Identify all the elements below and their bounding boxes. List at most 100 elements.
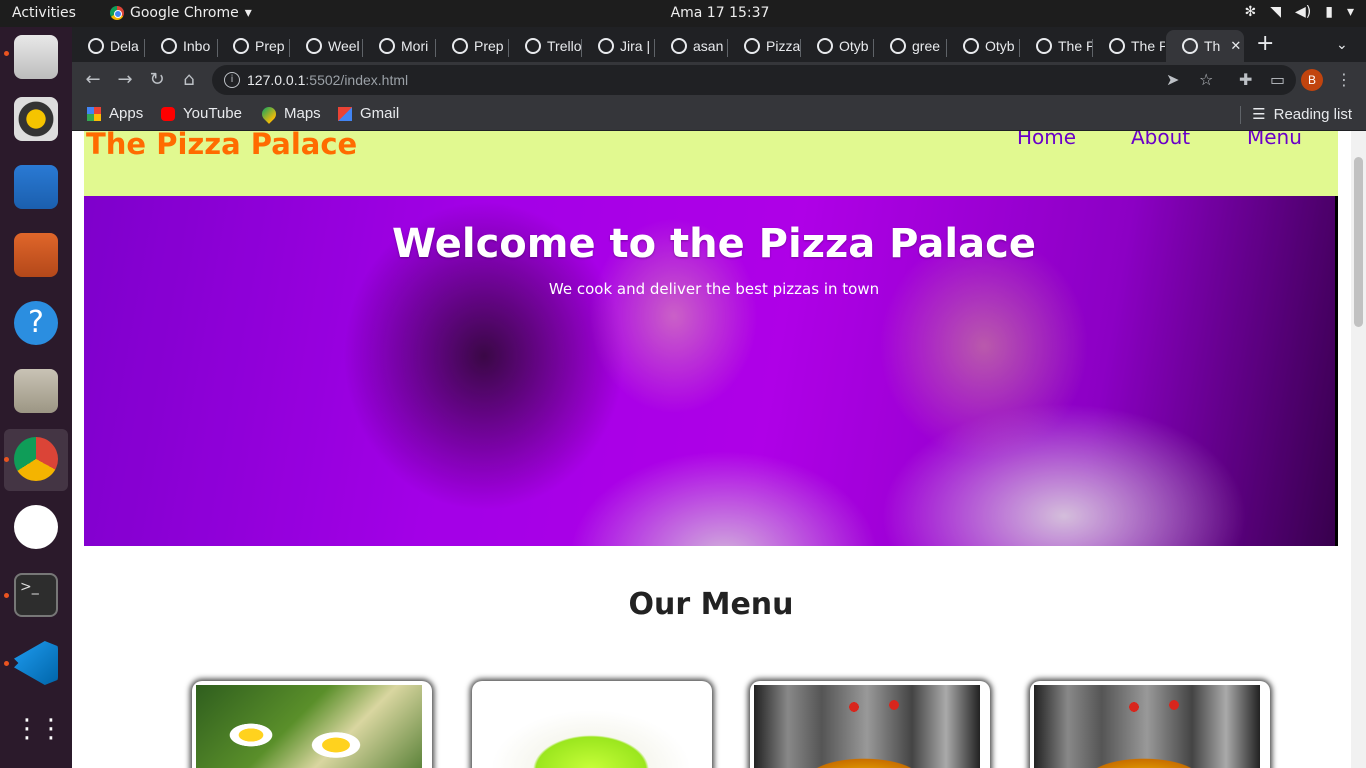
- bookmark-label: Gmail: [360, 105, 400, 122]
- terminal-icon[interactable]: >_: [14, 573, 58, 617]
- reload-button[interactable]: ↻: [146, 69, 168, 91]
- tab-label: Pizza: [766, 38, 800, 54]
- menu-card[interactable]: [192, 681, 432, 768]
- new-tab-button[interactable]: +: [1256, 33, 1274, 55]
- tab-label: Jira |: [620, 38, 651, 54]
- tab-15[interactable]: Th ✕: [1166, 30, 1244, 62]
- bookmark-apps[interactable]: Apps: [87, 105, 143, 122]
- tab-label: asan: [693, 38, 724, 54]
- extensions-icon[interactable]: ✚: [1239, 70, 1252, 89]
- tab-11[interactable]: gree: [874, 30, 946, 62]
- tab-label: Otyb: [839, 38, 869, 54]
- nav-menu-link[interactable]: Menu: [1247, 131, 1302, 149]
- calendar-icon: [379, 38, 395, 54]
- tab-label: Otyb: [985, 38, 1015, 54]
- site-info-icon[interactable]: i: [224, 72, 240, 88]
- address-bar[interactable]: i 127.0.0.1:5502/index.html ➤ ☆: [212, 65, 1296, 95]
- reading-list-icon: ☰: [1252, 106, 1266, 123]
- gmail-icon: [338, 106, 352, 121]
- site-header: The Pizza Palace Home About Menu: [84, 131, 1338, 196]
- back-button[interactable]: ←: [82, 69, 104, 91]
- impress-icon[interactable]: [14, 233, 58, 277]
- google-icon: [671, 38, 687, 54]
- help-icon[interactable]: ?: [14, 301, 58, 345]
- archive-icon[interactable]: [14, 369, 58, 413]
- nav-about-link[interactable]: About: [1131, 131, 1190, 149]
- page-scrollbar[interactable]: [1351, 131, 1366, 768]
- bookmark-label: YouTube: [183, 105, 242, 122]
- menu-item-image: [196, 685, 422, 768]
- browser-toolbar: ← → ↻ ⌂ i 127.0.0.1:5502/index.html ➤ ☆ …: [72, 62, 1366, 98]
- home-button[interactable]: ⌂: [178, 69, 200, 91]
- sheets-icon: [233, 38, 249, 54]
- vscode-icon[interactable]: [14, 641, 58, 685]
- globe-icon: [744, 38, 760, 54]
- tab-5[interactable]: Prep: [436, 30, 508, 62]
- menu-kebab-icon[interactable]: ⋮: [1336, 70, 1352, 89]
- running-indicator: [4, 593, 9, 598]
- tab-label: Prep: [255, 38, 285, 54]
- tab-12[interactable]: Otyb: [947, 30, 1019, 62]
- wifi-icon: ◥: [1270, 4, 1282, 20]
- dock: ? >_ ⋮⋮⋮: [0, 27, 88, 768]
- tab-label: Mori: [401, 38, 429, 54]
- clock[interactable]: Ama 17 15:37: [0, 5, 1366, 21]
- globe-icon: [88, 38, 104, 54]
- reading-list-button[interactable]: ☰ Reading list: [1252, 105, 1352, 124]
- tab-6[interactable]: Trello: [509, 30, 581, 62]
- globe-icon: [1109, 38, 1125, 54]
- forward-button[interactable]: →: [114, 69, 136, 91]
- running-indicator: [4, 51, 9, 56]
- scrollbar-thumb[interactable]: [1354, 157, 1363, 327]
- globe-icon: [1036, 38, 1052, 54]
- volume-icon: ◀): [1295, 4, 1312, 20]
- bookmark-gmail[interactable]: Gmail: [338, 105, 399, 122]
- url-text[interactable]: 127.0.0.1:5502/index.html: [247, 72, 408, 88]
- tab-1[interactable]: Inbo: [145, 30, 217, 62]
- hero-title: Welcome to the Pizza Palace: [392, 221, 1036, 267]
- menu-card[interactable]: [750, 681, 990, 768]
- tab-7[interactable]: Jira |: [582, 30, 654, 62]
- tab-14[interactable]: The P: [1093, 30, 1165, 62]
- menu-card[interactable]: [1030, 681, 1270, 768]
- bookmark-youtube[interactable]: YouTube: [161, 105, 242, 122]
- files-icon[interactable]: [14, 35, 58, 79]
- tab-10[interactable]: Otyb: [801, 30, 873, 62]
- tab-2[interactable]: Prep: [217, 30, 289, 62]
- tab-search-icon[interactable]: ⌄: [1336, 37, 1348, 53]
- tab-label: Th: [1204, 38, 1221, 54]
- tab-8[interactable]: asan: [655, 30, 727, 62]
- system-tray[interactable]: ✻ ◥ ◀) ▮ ▾: [1245, 4, 1355, 20]
- tab-0[interactable]: Dela: [72, 30, 144, 62]
- running-indicator: [4, 457, 9, 462]
- tab-13[interactable]: The P: [1020, 30, 1092, 62]
- tab-label: Dela: [110, 38, 139, 54]
- menu-card[interactable]: [472, 681, 712, 768]
- nav-home-link[interactable]: Home: [1017, 131, 1076, 149]
- cast-icon[interactable]: ▭: [1270, 70, 1285, 89]
- tab-9[interactable]: Pizza: [728, 30, 800, 62]
- rhythmbox-icon[interactable]: [14, 97, 58, 141]
- tab-label: Inbo: [183, 38, 211, 54]
- send-icon[interactable]: ➤: [1166, 70, 1179, 89]
- show-apps-icon[interactable]: ⋮⋮⋮: [14, 709, 88, 753]
- bookmark-star-icon[interactable]: ☆: [1199, 70, 1213, 89]
- tab-label: The P: [1058, 38, 1092, 54]
- tab-3[interactable]: Weel: [290, 30, 362, 62]
- writer-icon[interactable]: [14, 165, 58, 209]
- chrome-dock-icon[interactable]: [14, 437, 58, 481]
- menu-section-title: Our Menu: [628, 587, 794, 622]
- profile-avatar[interactable]: B: [1301, 69, 1323, 91]
- battery-icon: ▮: [1325, 4, 1333, 20]
- system-top-bar: Activities Google Chrome ▾ Ama 17 15:37 …: [0, 0, 1366, 27]
- site-title: The Pizza Palace: [86, 131, 358, 161]
- slack-icon[interactable]: [14, 505, 58, 549]
- menu-item-image: [1034, 685, 1260, 768]
- bookmark-label: Maps: [284, 105, 321, 122]
- google-icon: [890, 38, 906, 54]
- close-tab-icon[interactable]: ✕: [1230, 38, 1241, 54]
- tab-4[interactable]: Mori: [363, 30, 435, 62]
- bookmark-maps[interactable]: Maps: [259, 103, 321, 124]
- tab-label: Prep: [474, 38, 504, 54]
- gmail-icon: [161, 38, 177, 54]
